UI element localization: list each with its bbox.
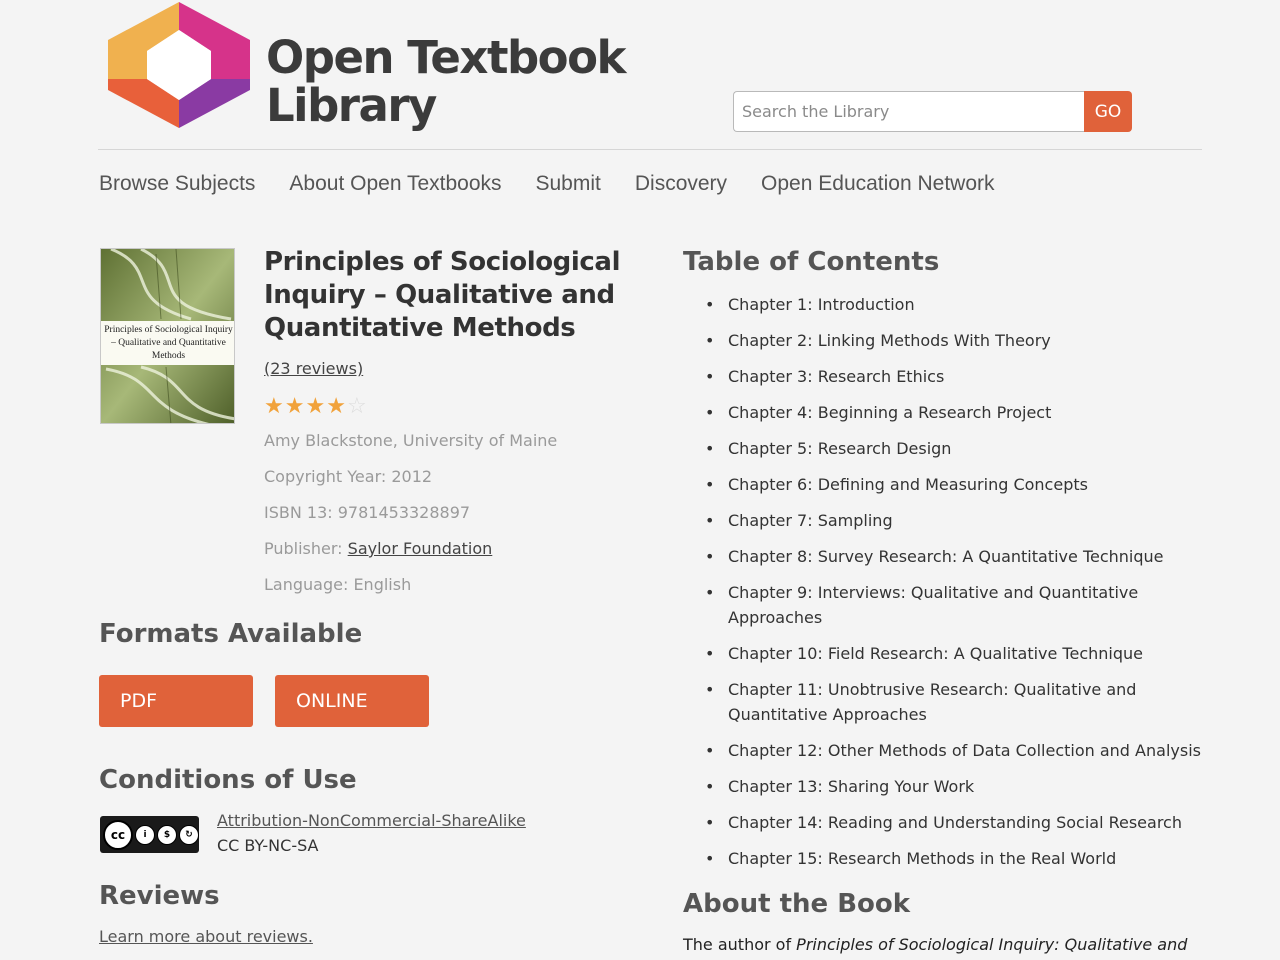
- site-logo-text[interactable]: Open Textbook Library: [266, 31, 626, 132]
- site-header: Open Textbook Library GO: [0, 0, 1280, 150]
- search-form: GO: [733, 91, 1132, 132]
- book-language: Language: English: [264, 575, 412, 594]
- book-title: Principles of Sociological Inquiry – Qua…: [264, 247, 621, 343]
- toc-item: Chapter 6: Defining and Measuring Concep…: [683, 472, 1223, 497]
- pdf-button[interactable]: PDF: [99, 675, 253, 727]
- formats-heading: Formats Available: [99, 619, 363, 649]
- toc-item: Chapter 8: Survey Research: A Quantitati…: [683, 544, 1223, 569]
- logo-line-2: Library: [266, 79, 437, 132]
- rating-stars: ★ ★ ★ ★ ☆: [264, 395, 367, 419]
- toc-item: Chapter 13: Sharing Your Work: [683, 774, 1223, 799]
- nav-submit[interactable]: Submit: [536, 172, 601, 196]
- toc-item: Chapter 12: Other Methods of Data Collec…: [683, 738, 1223, 763]
- about-heading: About the Book: [683, 889, 911, 919]
- toc-item: Chapter 5: Research Design: [683, 436, 1223, 461]
- toc-item: Chapter 14: Reading and Understanding So…: [683, 810, 1223, 835]
- cover-title-band: Principles of Sociological Inquiry – Qua…: [101, 321, 234, 365]
- learn-more-reviews-link[interactable]: Learn more about reviews.: [99, 927, 313, 946]
- header-divider: [98, 149, 1202, 150]
- toc-item: Chapter 2: Linking Methods With Theory: [683, 328, 1223, 353]
- book-author: Amy Blackstone, University of Maine: [264, 431, 558, 450]
- about-text: The author of Principles of Sociological…: [683, 935, 1187, 954]
- conditions-heading: Conditions of Use: [99, 765, 357, 795]
- cover-title: Principles of Sociological Inquiry – Qua…: [104, 324, 233, 361]
- nc-icon: $: [157, 824, 177, 845]
- sa-icon: ↻: [179, 824, 199, 845]
- toc-heading: Table of Contents: [683, 247, 940, 277]
- toc-item: Chapter 9: Interviews: Qualitative and Q…: [683, 580, 1153, 630]
- online-button[interactable]: ONLINE: [275, 675, 429, 727]
- main-nav: Browse Subjects About Open Textbooks Sub…: [99, 172, 995, 196]
- by-icon: i: [135, 824, 155, 845]
- nav-discovery[interactable]: Discovery: [635, 172, 727, 196]
- logo-line-1: Open Textbook: [266, 31, 626, 84]
- nav-about-open-textbooks[interactable]: About Open Textbooks: [289, 172, 501, 196]
- book-isbn: ISBN 13: 9781453328897: [264, 503, 471, 522]
- star-filled-icon: ★: [264, 394, 284, 419]
- toc-item: Chapter 11: Unobtrusive Research: Qualit…: [683, 677, 1153, 727]
- star-filled-icon: ★: [326, 394, 346, 419]
- toc-list: Chapter 1: Introduction Chapter 2: Linki…: [683, 292, 1223, 882]
- publisher-link[interactable]: Saylor Foundation: [348, 539, 493, 558]
- cc-license-badge[interactable]: cc i $ ↻: [100, 816, 199, 853]
- license-abbr: CC BY-NC-SA: [217, 836, 319, 855]
- toc-item: Chapter 7: Sampling: [683, 508, 1223, 533]
- toc-item: Chapter 10: Field Research: A Qualitativ…: [683, 641, 1223, 666]
- star-filled-icon: ★: [305, 394, 326, 419]
- publisher-label: Publisher:: [264, 539, 348, 558]
- book-publisher: Publisher: Saylor Foundation: [264, 539, 492, 558]
- star-empty-icon: ☆: [346, 394, 367, 419]
- nav-browse-subjects[interactable]: Browse Subjects: [99, 172, 255, 196]
- logo-icon[interactable]: [108, 2, 250, 128]
- about-text-book-title: Principles of Sociological Inquiry: Qual…: [796, 935, 1188, 954]
- book-cover-image: Principles of Sociological Inquiry – Qua…: [100, 248, 235, 424]
- toc-item: Chapter 1: Introduction: [683, 292, 1223, 317]
- license-link[interactable]: Attribution-NonCommercial-ShareAlike: [217, 811, 526, 830]
- star-filled-icon: ★: [284, 394, 305, 419]
- book-copyright: Copyright Year: 2012: [264, 467, 433, 486]
- cc-icon: cc: [103, 819, 133, 850]
- search-input[interactable]: [733, 91, 1084, 132]
- reviews-count-link[interactable]: (23 reviews): [264, 359, 363, 378]
- nav-open-education-network[interactable]: Open Education Network: [761, 172, 994, 196]
- about-text-prefix: The author of: [683, 935, 797, 954]
- search-go-button[interactable]: GO: [1084, 91, 1132, 132]
- toc-item: Chapter 4: Beginning a Research Project: [683, 400, 1223, 425]
- toc-item: Chapter 3: Research Ethics: [683, 364, 1223, 389]
- reviews-heading: Reviews: [99, 881, 220, 911]
- toc-item: Chapter 15: Research Methods in the Real…: [683, 846, 1223, 871]
